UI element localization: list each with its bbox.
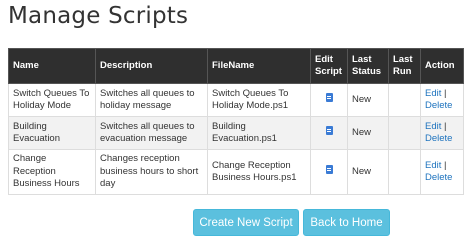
- col-header-edit-script-line2: Script: [315, 66, 342, 77]
- cell-name: Building Evacuation: [8, 116, 96, 150]
- cell-last-run: [388, 149, 421, 195]
- cell-last-status: New: [347, 116, 389, 150]
- back-to-home-button[interactable]: Back to Home: [303, 209, 390, 236]
- cell-action: Edit | Delete: [420, 83, 464, 117]
- edit-link[interactable]: Edit: [425, 88, 441, 99]
- cell-filename: Switch Queues To Holiday Mode.ps1: [207, 83, 311, 117]
- cell-action: Edit | Delete: [420, 116, 464, 150]
- cell-filename: Building Evacuation.ps1: [207, 116, 311, 150]
- col-header-last-status: Last Status: [347, 48, 389, 84]
- cell-last-status: New: [347, 149, 389, 195]
- document-icon[interactable]: [325, 126, 333, 136]
- col-header-edit-script-line1: Edit: [315, 54, 333, 65]
- delete-link[interactable]: Delete: [425, 133, 452, 144]
- edit-link[interactable]: Edit: [425, 121, 441, 132]
- col-header-action: Action: [420, 48, 464, 84]
- cell-filename: Change Reception Business Hours.ps1: [207, 149, 311, 195]
- action-separator: |: [444, 159, 447, 171]
- delete-link[interactable]: Delete: [425, 100, 452, 111]
- cell-edit-script: [310, 149, 348, 195]
- cell-action: Edit | Delete: [420, 149, 464, 195]
- cell-name: Change Reception Business Hours: [8, 149, 96, 195]
- document-icon[interactable]: [325, 93, 333, 103]
- cell-description: Changes reception business hours to shor…: [95, 149, 208, 195]
- col-header-last-status-line2: Status: [352, 66, 382, 77]
- cell-edit-script: [310, 116, 348, 150]
- table-header-row: Name Description FileName Edit Script Las…: [8, 48, 464, 84]
- col-header-last-run: Last Run: [388, 48, 421, 84]
- cell-last-status: New: [347, 83, 389, 117]
- table-row: Change Reception Business Hours Changes …: [8, 149, 464, 195]
- delete-link[interactable]: Delete: [425, 172, 452, 183]
- col-header-last-status-line1: Last: [352, 54, 372, 65]
- table-row: Switch Queues To Holiday Mode Switches a…: [8, 83, 464, 117]
- cell-edit-script: [310, 83, 348, 117]
- table-row: Building Evacuation Switches all queues …: [8, 116, 464, 150]
- cell-name: Switch Queues To Holiday Mode: [8, 83, 96, 117]
- action-separator: |: [444, 87, 447, 99]
- edit-link[interactable]: Edit: [425, 160, 441, 171]
- col-header-filename: FileName: [207, 48, 311, 84]
- cell-description: Switches all queues to evacuation messag…: [95, 116, 208, 150]
- col-header-last-run-line1: Last: [393, 54, 413, 65]
- cell-last-run: [388, 116, 421, 150]
- cell-description: Switches all queues to holiday message: [95, 83, 208, 117]
- scripts-table: Name Description FileName Edit Script Las…: [8, 48, 464, 195]
- action-separator: |: [444, 120, 447, 132]
- col-header-name: Name: [8, 48, 96, 84]
- cell-last-run: [388, 83, 421, 117]
- document-icon[interactable]: [325, 165, 333, 175]
- col-header-edit-script: Edit Script: [310, 48, 348, 84]
- page-title: Manage Scripts: [8, 3, 189, 29]
- col-header-description: Description: [95, 48, 208, 84]
- col-header-last-run-line2: Run: [393, 66, 412, 77]
- create-new-script-button[interactable]: Create New Script: [193, 209, 299, 236]
